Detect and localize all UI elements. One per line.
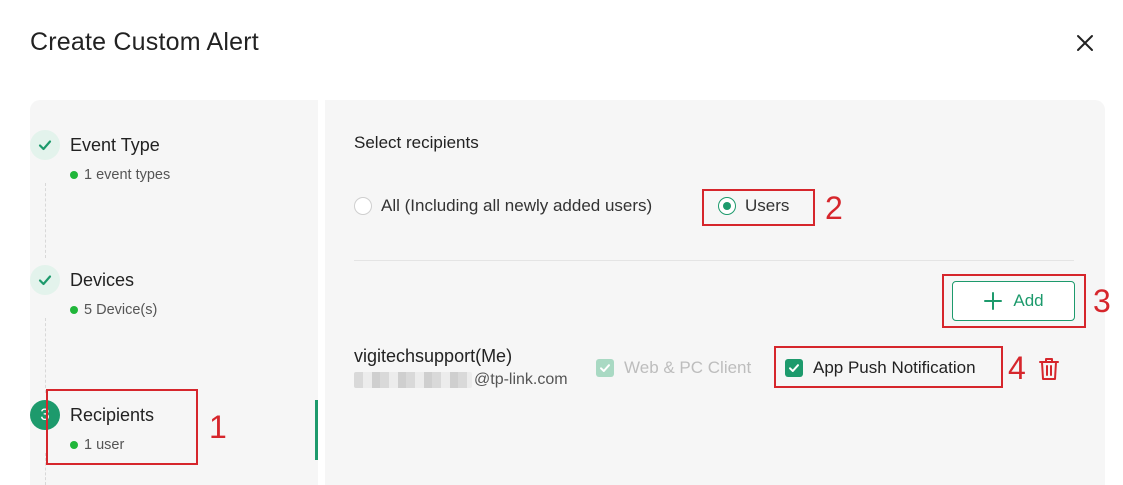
close-icon bbox=[1077, 35, 1093, 51]
user-name: vigitechsupport(Me) bbox=[354, 346, 513, 366]
user-email: @tp-link.com bbox=[354, 371, 568, 389]
annotation-box-4 bbox=[774, 346, 1003, 388]
section-divider bbox=[354, 260, 1074, 261]
step-done-icon bbox=[30, 130, 60, 160]
annotation-box-3 bbox=[942, 274, 1086, 328]
annotation-number-3: 3 bbox=[1093, 283, 1111, 319]
step-done-icon bbox=[30, 265, 60, 295]
modal-title: Create Custom Alert bbox=[30, 28, 259, 56]
step-title-devices[interactable]: Devices bbox=[70, 270, 134, 291]
check-icon bbox=[38, 275, 52, 286]
step-subtitle-devices: 5 Device(s) bbox=[70, 302, 157, 318]
step-connector bbox=[45, 183, 46, 258]
step-subtitle-event-type: 1 event types bbox=[70, 167, 170, 183]
checkbox-checked-disabled[interactable] bbox=[596, 359, 614, 377]
check-icon bbox=[38, 140, 52, 151]
delete-recipient-button[interactable] bbox=[1038, 356, 1060, 382]
web-pc-client-checkbox[interactable]: Web & PC Client bbox=[596, 358, 751, 378]
check-icon bbox=[600, 364, 610, 372]
step-title-event-type[interactable]: Event Type bbox=[70, 135, 160, 156]
column-divider bbox=[318, 100, 325, 485]
annotation-number-4: 4 bbox=[1008, 350, 1026, 386]
section-title: Select recipients bbox=[354, 133, 479, 152]
radio-option-all[interactable]: All (Including all newly added users) bbox=[354, 196, 652, 216]
annotation-box-2 bbox=[702, 189, 815, 226]
step-connector bbox=[45, 318, 46, 393]
active-step-indicator bbox=[315, 400, 318, 460]
status-dot bbox=[70, 306, 78, 314]
status-dot bbox=[70, 171, 78, 179]
trash-icon bbox=[1039, 358, 1059, 380]
close-button[interactable] bbox=[1072, 30, 1098, 56]
annotation-number-1: 1 bbox=[209, 409, 227, 445]
annotation-number-2: 2 bbox=[825, 190, 843, 226]
annotation-box-1 bbox=[46, 389, 198, 465]
radio-button[interactable] bbox=[354, 197, 372, 215]
redacted-email-prefix bbox=[354, 372, 472, 388]
